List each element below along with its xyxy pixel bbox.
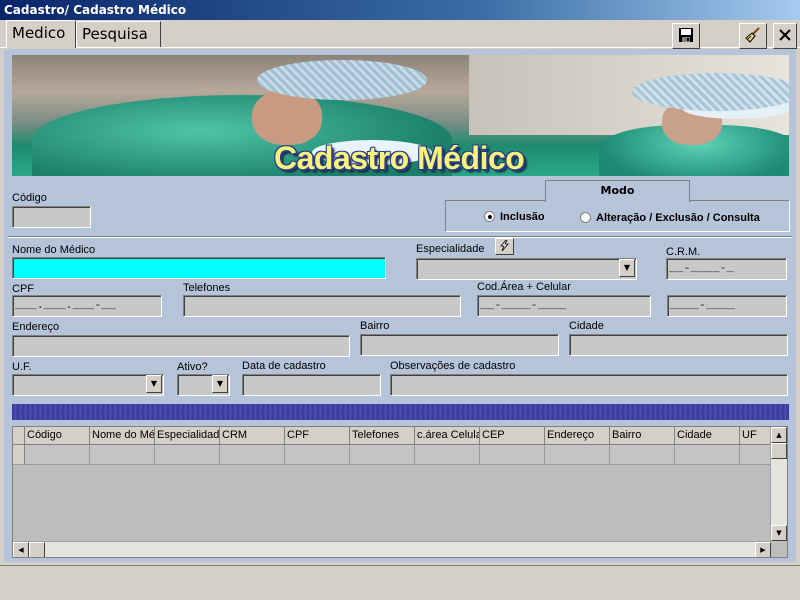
- col-cep[interactable]: CEP: [480, 427, 545, 445]
- col-codigo[interactable]: Código: [25, 427, 90, 445]
- status-bar: [0, 565, 800, 600]
- vertical-scrollbar[interactable]: ▲ ▼: [770, 427, 787, 541]
- separator: [8, 236, 792, 238]
- grid-cell[interactable]: [480, 445, 545, 465]
- col-uf[interactable]: UF: [740, 427, 771, 445]
- banner-title: Cadastro Médico: [274, 140, 525, 176]
- cpf-label: CPF: [12, 283, 34, 295]
- radio-inclusao[interactable]: [484, 211, 495, 222]
- telefones-label: Telefones: [183, 282, 231, 294]
- col-cpf[interactable]: CPF: [285, 427, 350, 445]
- cidade-label: Cidade: [569, 320, 604, 332]
- radio-alteracao[interactable]: [580, 212, 591, 223]
- especialidade-select[interactable]: [416, 258, 637, 280]
- especialidade-label: Especialidade: [416, 243, 485, 255]
- tab-medico[interactable]: Medico: [6, 20, 76, 48]
- col-nome[interactable]: Nome do Mé: [90, 427, 155, 445]
- observacoes-label: Observações de cadastro: [390, 360, 516, 372]
- save-button[interactable]: [672, 23, 700, 49]
- ativo-label: Ativo?: [177, 361, 208, 373]
- endereco-field[interactable]: [12, 335, 350, 357]
- window-title: Cadastro/ Cadastro Médico: [0, 0, 800, 20]
- grid-cell[interactable]: [285, 445, 350, 465]
- uf-select[interactable]: [12, 374, 164, 396]
- col-bairro[interactable]: Bairro: [610, 427, 675, 445]
- close-button[interactable]: [773, 23, 797, 49]
- codigo-field[interactable]: [12, 206, 91, 228]
- uf-label: U.F.: [12, 361, 32, 373]
- scroll-down-icon[interactable]: ▼: [771, 525, 787, 541]
- horizontal-scrollbar[interactable]: ◀ ▶: [13, 541, 771, 557]
- cidade-field[interactable]: [569, 334, 788, 356]
- crm-label: C.R.M.: [666, 246, 701, 258]
- banner-image: Cadastro Médico: [12, 55, 789, 176]
- endereco-label: Endereço: [12, 321, 60, 333]
- floppy-disk-icon: [678, 27, 694, 46]
- grid-cell[interactable]: [740, 445, 771, 465]
- grid-cell[interactable]: [350, 445, 415, 465]
- grid-corner: [13, 427, 25, 445]
- scroll-left-icon[interactable]: ◀: [13, 542, 29, 557]
- col-crm[interactable]: CRM: [220, 427, 285, 445]
- data-cadastro-label: Data de cadastro: [242, 360, 326, 372]
- clear-button[interactable]: [739, 23, 767, 49]
- table-row[interactable]: [13, 445, 771, 465]
- ativo-dropdown-icon[interactable]: ▼: [212, 375, 228, 393]
- grid-cell[interactable]: [415, 445, 480, 465]
- close-icon: [779, 28, 791, 44]
- celular-label: Cod.Área + Celular: [477, 281, 571, 293]
- modo-title: Modo: [545, 180, 690, 202]
- uf-dropdown-icon[interactable]: ▼: [146, 375, 162, 393]
- row-indicator[interactable]: [13, 445, 25, 465]
- grid-header: Código Nome do Mé Especialidad CRM CPF T…: [13, 427, 771, 445]
- radio-alteracao-label[interactable]: Alteração / Exclusão / Consulta: [596, 212, 760, 224]
- tab-pesquisa[interactable]: Pesquisa: [76, 21, 161, 47]
- scroll-up-icon[interactable]: ▲: [771, 427, 787, 443]
- grid-cell[interactable]: [90, 445, 155, 465]
- radio-inclusao-label[interactable]: Inclusão: [500, 211, 545, 223]
- grid-cell[interactable]: [675, 445, 740, 465]
- col-endereco[interactable]: Endereço: [545, 427, 610, 445]
- medicos-grid[interactable]: Código Nome do Mé Especialidad CRM CPF T…: [12, 426, 788, 558]
- grid-cell[interactable]: [610, 445, 675, 465]
- grid-cell[interactable]: [545, 445, 610, 465]
- scroll-right-icon[interactable]: ▶: [755, 542, 771, 557]
- cpf-field[interactable]: ___.___.___-__: [12, 295, 162, 317]
- codigo-label: Código: [12, 192, 47, 204]
- col-especialidade[interactable]: Especialidad: [155, 427, 220, 445]
- bairro-label: Bairro: [360, 320, 390, 332]
- data-cadastro-field[interactable]: [242, 374, 381, 396]
- especialidade-lookup-button[interactable]: [495, 238, 514, 255]
- bairro-field[interactable]: [360, 334, 559, 356]
- lightning-icon: [499, 239, 510, 254]
- celular-number-field[interactable]: ____-____: [667, 295, 787, 317]
- crm-field[interactable]: __-____-_: [666, 258, 787, 280]
- scroll-thumb-vertical[interactable]: [771, 443, 787, 459]
- scroll-thumb-horizontal[interactable]: [29, 542, 45, 557]
- col-telefones[interactable]: Telefones: [350, 427, 415, 445]
- col-cidade[interactable]: Cidade: [675, 427, 740, 445]
- grid-cell[interactable]: [220, 445, 285, 465]
- grid-cell[interactable]: [25, 445, 90, 465]
- grid-cell[interactable]: [155, 445, 220, 465]
- chevron-down-icon[interactable]: ▼: [619, 259, 635, 277]
- decorative-bar: [12, 404, 789, 420]
- observacoes-field[interactable]: [390, 374, 788, 396]
- nome-field[interactable]: [12, 257, 386, 279]
- nome-label: Nome do Médico: [12, 244, 96, 256]
- col-celular[interactable]: c.área Celula: [415, 427, 480, 445]
- celular-area-field[interactable]: __-____-____: [477, 295, 651, 317]
- telefones-field[interactable]: [183, 295, 461, 317]
- broom-icon: [744, 26, 762, 47]
